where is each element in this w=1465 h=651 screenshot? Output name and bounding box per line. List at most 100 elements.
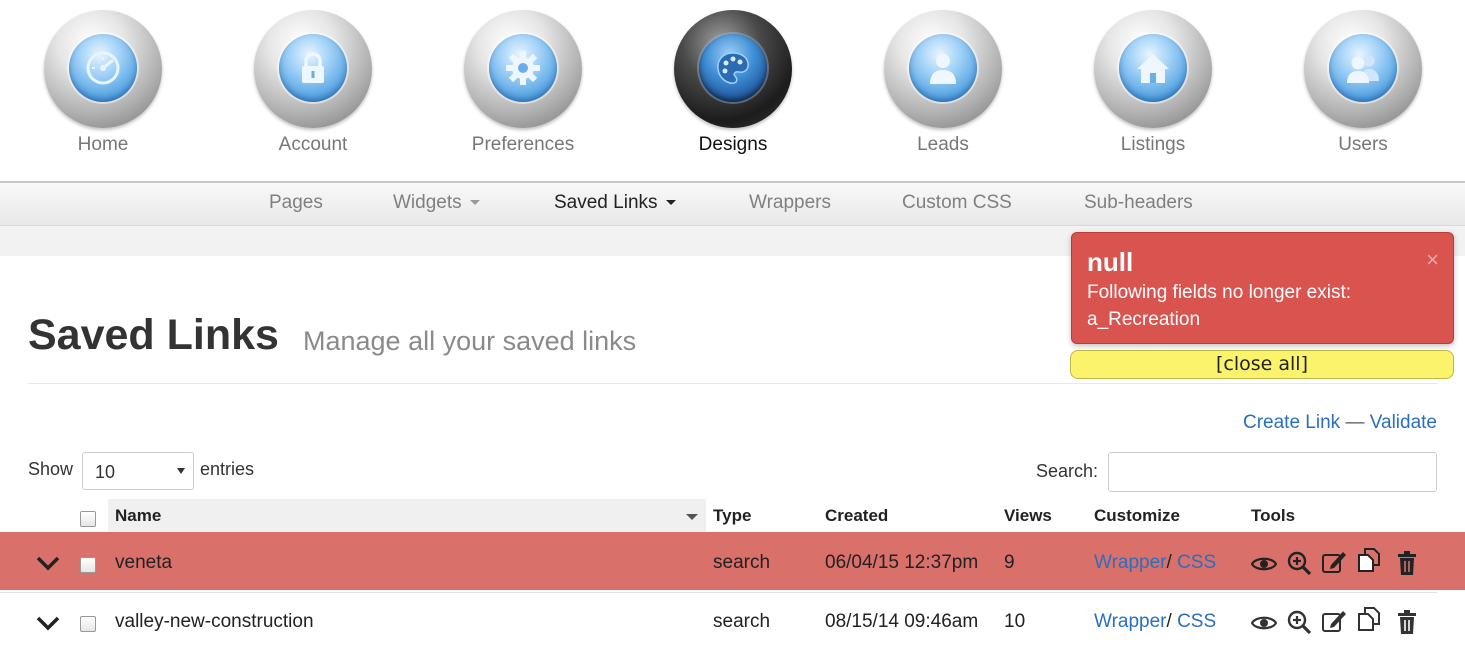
edit-icon[interactable] — [1321, 549, 1347, 575]
title-divider — [28, 383, 1438, 384]
dashboard-icon — [86, 51, 120, 85]
entries-label: entries — [200, 459, 255, 479]
eye-icon[interactable] — [1251, 610, 1277, 636]
subnav-pages-label: Pages — [269, 192, 323, 213]
house-icon — [1137, 54, 1169, 83]
page-subtitle: Manage all your saved links — [303, 326, 637, 356]
close-all-button[interactable]: [close all] — [1070, 350, 1454, 379]
subnav-custom-css[interactable]: Custom CSS — [902, 192, 1012, 214]
close-icon[interactable]: × — [1426, 249, 1439, 271]
trash-icon[interactable] — [1394, 550, 1420, 576]
row-views: 9 — [1004, 552, 1015, 573]
sub-navigation: Pages Widgets Saved Links Wrappers Custo… — [0, 181, 1465, 226]
row-type: search — [713, 611, 771, 632]
search-label: Search: — [1036, 461, 1099, 481]
column-header-created[interactable]: Created — [825, 506, 888, 526]
row-name: veneta — [115, 552, 173, 573]
wrapper-link[interactable]: Wrapper — [1094, 611, 1167, 632]
wrapper-link[interactable]: Wrapper — [1094, 552, 1167, 573]
subnav-wrappers[interactable]: Wrappers — [749, 192, 831, 214]
notification-title: null — [1087, 247, 1134, 277]
column-header-tools: Tools — [1251, 506, 1296, 525]
nav-label-preferences: Preferences — [471, 134, 575, 155]
nav-label-leads: Leads — [917, 134, 969, 155]
row-name: valley-new-construction — [115, 611, 314, 632]
home-orb — [44, 10, 162, 128]
row-customize: Wrapper/ CSS — [1094, 611, 1217, 632]
subnav-pages[interactable]: Pages — [269, 192, 323, 214]
zoom-in-icon[interactable] — [1286, 550, 1312, 576]
nav-users[interactable]: Users — [1288, 10, 1438, 156]
subnav-sub-headers-label: Sub-headers — [1084, 192, 1193, 213]
listings-orb — [1094, 10, 1212, 128]
users-orb — [1304, 10, 1422, 128]
subnav-widgets[interactable]: Widgets — [393, 192, 480, 214]
chevron-down-icon — [469, 200, 480, 206]
notification-message-line: Following fields no longer exist: — [1087, 282, 1352, 303]
designs-orb — [674, 10, 792, 128]
column-header-name: Name — [115, 506, 162, 525]
subnav-saved-links[interactable]: Saved Links — [554, 192, 676, 214]
leads-orb — [884, 10, 1002, 128]
error-notification: null Following fields no longer exist: a… — [1071, 232, 1454, 344]
search-input[interactable] — [1108, 452, 1437, 492]
nav-leads[interactable]: Leads — [868, 10, 1018, 156]
chevron-down-icon — [665, 200, 676, 206]
nav-label-designs: Designs — [698, 134, 768, 155]
palette-icon — [717, 52, 749, 84]
nav-label-home: Home — [77, 134, 129, 155]
main-navigation: Home Account Preferences Designs Leads L… — [0, 0, 1465, 181]
expand-chevron-icon[interactable] — [35, 553, 61, 573]
css-link[interactable]: CSS — [1177, 611, 1216, 632]
person-icon — [930, 54, 956, 84]
subnav-widgets-label: Widgets — [393, 192, 462, 213]
entries-select-value: 10 — [95, 462, 116, 482]
entries-per-page-select[interactable]: 10 — [82, 452, 194, 490]
notification-message: Following fields no longer exist: a_Recr… — [1087, 279, 1417, 333]
duplicate-icon[interactable] — [1356, 606, 1382, 632]
name-column-header[interactable] — [108, 499, 706, 532]
row-created: 08/15/14 09:46am — [825, 611, 979, 632]
row-views: 10 — [1004, 611, 1026, 632]
row-type: search — [713, 552, 771, 573]
row-checkbox[interactable] — [80, 557, 96, 573]
users-icon — [1347, 55, 1379, 83]
nav-home[interactable]: Home — [28, 10, 178, 156]
create-link-button[interactable]: Create Link — [1243, 412, 1340, 433]
zoom-in-icon[interactable] — [1286, 609, 1312, 635]
edit-icon[interactable] — [1321, 608, 1347, 634]
select-all-checkbox[interactable] — [80, 511, 96, 527]
duplicate-icon[interactable] — [1356, 547, 1382, 573]
validate-button[interactable]: Validate — [1370, 412, 1437, 433]
subnav-wrappers-label: Wrappers — [749, 192, 832, 213]
page-actions: Create Link — Validate — [1243, 412, 1437, 434]
page-title: Saved Links — [28, 311, 279, 359]
nav-label-listings: Listings — [1120, 134, 1186, 155]
notification-message-line: a_Recreation — [1087, 309, 1201, 330]
row-checkbox[interactable] — [80, 616, 96, 632]
column-header-type[interactable]: Type — [713, 506, 751, 526]
nav-account[interactable]: Account — [238, 10, 388, 156]
nav-listings[interactable]: Listings — [1078, 10, 1228, 156]
nav-designs[interactable]: Designs — [658, 10, 808, 156]
nav-preferences[interactable]: Preferences — [448, 10, 598, 156]
column-header-customize: Customize — [1094, 506, 1180, 525]
gear-icon — [506, 51, 540, 85]
show-label: Show — [28, 459, 74, 479]
eye-icon[interactable] — [1251, 551, 1277, 577]
actions-separator: — — [1345, 412, 1365, 433]
expand-chevron-icon[interactable] — [35, 613, 61, 633]
css-link[interactable]: CSS — [1177, 552, 1216, 573]
column-header-views[interactable]: Views — [1004, 506, 1052, 526]
nav-label-users: Users — [1338, 134, 1388, 155]
subnav-sub-headers[interactable]: Sub-headers — [1084, 192, 1193, 214]
trash-icon[interactable] — [1394, 609, 1420, 635]
sort-desc-icon[interactable] — [686, 514, 698, 520]
subnav-custom-css-label: Custom CSS — [902, 192, 1012, 213]
row-customize: Wrapper/ CSS — [1094, 552, 1217, 573]
row-created: 06/04/15 12:37pm — [825, 552, 979, 573]
preferences-orb — [464, 10, 582, 128]
lock-icon — [302, 52, 324, 83]
account-orb — [254, 10, 372, 128]
chevron-down-icon — [177, 468, 185, 474]
